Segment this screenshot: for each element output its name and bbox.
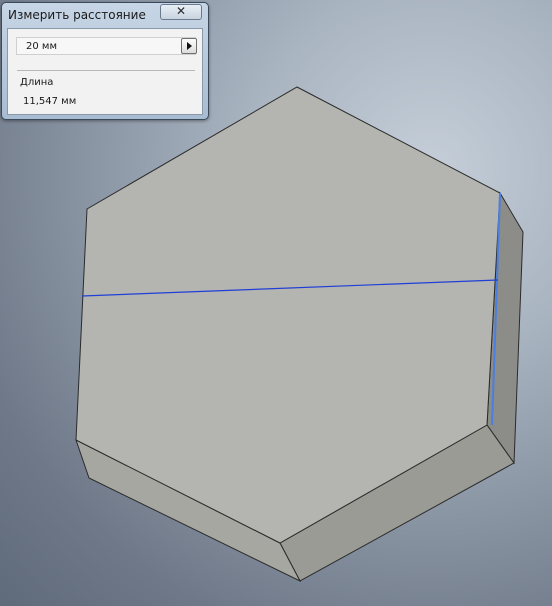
chevron-right-icon [187,42,192,50]
measure-distance-dialog[interactable]: Измерить расстояние ✕ 20 мм Длина 11,547… [1,2,209,120]
length-value: 11,547 мм [23,96,77,107]
dialog-title: Измерить расстояние [8,8,146,22]
length-label: Длина [20,77,54,88]
distance-dropdown[interactable]: 20 мм [16,37,197,55]
close-icon: ✕ [175,4,187,18]
divider [17,70,195,71]
dialog-titlebar[interactable]: Измерить расстояние ✕ [2,3,208,27]
distance-value: 20 мм [26,41,57,52]
dialog-body: 20 мм Длина 11,547 мм [7,28,203,115]
expand-button[interactable] [181,38,197,54]
close-button[interactable]: ✕ [160,4,202,20]
